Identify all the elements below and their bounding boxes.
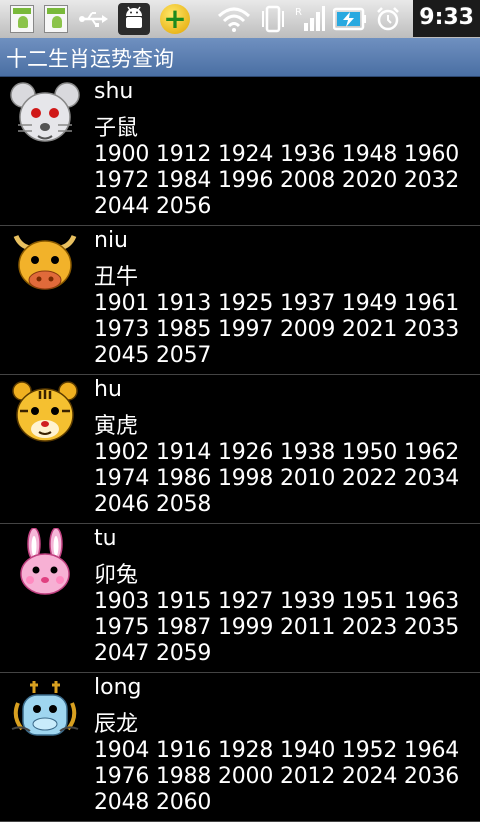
wifi-icon bbox=[218, 7, 251, 32]
signal-icon: R bbox=[295, 6, 326, 31]
notification-icon[interactable] bbox=[44, 5, 68, 33]
list-item[interactable]: tu 卯兔 1903 1915 1927 1939 1951 1963 1975… bbox=[0, 524, 480, 673]
list-item[interactable]: hu 寅虎 1902 1914 1926 1938 1950 1962 1974… bbox=[0, 375, 480, 524]
zodiac-name: 卯兔 bbox=[94, 563, 139, 588]
zodiac-pinyin: tu bbox=[94, 526, 117, 551]
zodiac-years: 1901 1913 1925 1937 1949 1961 1973 1985 … bbox=[94, 291, 460, 368]
zodiac-pinyin: long bbox=[94, 675, 142, 700]
zodiac-years: 1904 1916 1928 1940 1952 1964 1976 1988 … bbox=[94, 738, 460, 815]
plus-app-icon[interactable]: + bbox=[160, 4, 190, 34]
rat-icon bbox=[10, 82, 80, 142]
vibrate-icon bbox=[262, 5, 285, 33]
notification-icon[interactable] bbox=[10, 5, 34, 33]
zodiac-years: 1902 1914 1926 1938 1950 1962 1974 1986 … bbox=[94, 440, 460, 517]
tiger-icon bbox=[12, 381, 78, 442]
ox-icon bbox=[13, 234, 77, 290]
zodiac-name: 寅虎 bbox=[94, 414, 139, 439]
list-item[interactable]: shu 子鼠 1900 1912 1924 1936 1948 1960 197… bbox=[0, 77, 480, 226]
page-title: 十二生肖运势查询 bbox=[6, 47, 174, 71]
dragon-icon bbox=[11, 681, 79, 736]
android-debug-icon bbox=[118, 3, 150, 35]
zodiac-years: 1903 1915 1927 1939 1951 1963 1975 1987 … bbox=[94, 589, 460, 666]
clock: 9:33 bbox=[413, 0, 480, 37]
zodiac-list[interactable]: shu 子鼠 1900 1912 1924 1936 1948 1960 197… bbox=[0, 77, 480, 822]
status-bar: + R 9:33 bbox=[0, 0, 480, 39]
app-title-bar: 十二生肖运势查询 bbox=[0, 38, 480, 77]
list-item[interactable]: niu 丑牛 1901 1913 1925 1937 1949 1961 197… bbox=[0, 226, 480, 375]
zodiac-years: 1900 1912 1924 1936 1948 1960 1972 1984 … bbox=[94, 142, 460, 219]
zodiac-name: 丑牛 bbox=[94, 265, 139, 290]
battery-charging-icon bbox=[333, 7, 367, 31]
zodiac-name: 辰龙 bbox=[94, 712, 139, 737]
zodiac-pinyin: shu bbox=[94, 79, 134, 104]
zodiac-pinyin: hu bbox=[94, 377, 122, 402]
rabbit-icon bbox=[20, 528, 70, 595]
svg-text:R: R bbox=[295, 7, 302, 18]
alarm-icon bbox=[377, 7, 400, 31]
usb-icon bbox=[79, 12, 108, 27]
zodiac-name: 子鼠 bbox=[94, 116, 139, 141]
zodiac-pinyin: niu bbox=[94, 228, 128, 253]
